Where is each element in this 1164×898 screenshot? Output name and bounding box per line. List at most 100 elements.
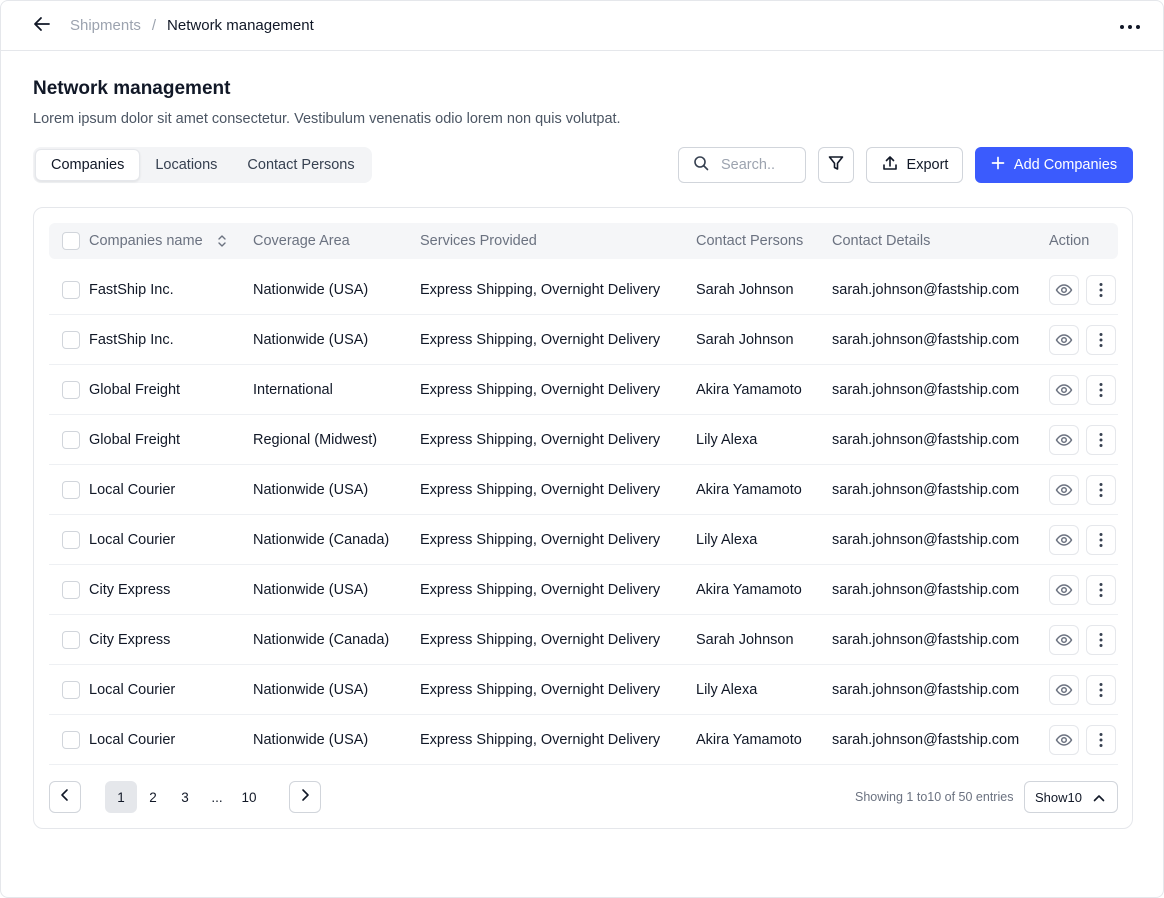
table-row[interactable]: FastShip Inc. Nationwide (USA) Express Shi… [49,315,1118,365]
table-row[interactable]: Local Courier Nationwide (USA) Express Shi… [49,465,1118,515]
cell-contact-details: sarah.johnson@fastship.com [832,632,1020,648]
arrow-left-icon [32,14,52,39]
page-ellipsis: ... [211,789,223,805]
filter-button[interactable] [818,147,854,183]
page-button[interactable]: 3 [169,781,201,813]
table-row[interactable]: FastShip Inc. Nationwide (USA) Express Shi… [49,265,1118,315]
breadcrumb-shipments[interactable]: Shipments [70,17,141,34]
table-row[interactable]: Global Freight Regional (Midwest) Express … [49,415,1118,465]
row-select-cell [62,565,80,615]
cell-contact-person: Akira Yamamoto [696,382,802,398]
row-checkbox[interactable] [62,581,80,599]
row-menu-button[interactable] [1086,275,1116,305]
table-row[interactable]: Global Freight International Express Shipp… [49,365,1118,415]
search-box[interactable] [678,147,806,183]
next-page-button[interactable] [289,781,321,813]
cell-coverage-area: Nationwide (USA) [253,482,369,498]
table-row[interactable]: City Express Nationwide (USA) Express Ship… [49,565,1118,615]
previous-page-button[interactable] [49,781,81,813]
sort-icon[interactable] [217,234,227,248]
more-vertical-icon [1099,582,1103,598]
row-checkbox[interactable] [62,531,80,549]
page-size-select[interactable]: Show10 [1024,781,1118,813]
cell-services-provided: Express Shipping, Overnight Delivery [420,532,661,548]
column-header-label: Companies name [89,233,203,249]
back-button[interactable] [31,15,53,37]
page-button[interactable]: 1 [105,781,137,813]
row-menu-button[interactable] [1086,475,1116,505]
cell-company-name: FastShip Inc. [89,332,174,348]
cell-company-name: City Express [89,632,171,648]
row-checkbox[interactable] [62,481,80,499]
export-button[interactable]: Export [866,147,963,183]
row-select-cell [62,665,80,715]
more-options-button[interactable] [1117,15,1143,37]
cell-coverage-area: Nationwide (USA) [253,332,369,348]
row-menu-button[interactable] [1086,575,1116,605]
view-button[interactable] [1049,425,1079,455]
row-menu-button[interactable] [1086,425,1116,455]
select-all-checkbox[interactable] [62,232,80,250]
page-size-label: Show10 [1035,789,1082,805]
select-all-cell [62,223,80,259]
view-button[interactable] [1049,575,1079,605]
row-actions [1049,415,1116,465]
view-button[interactable] [1049,725,1079,755]
page-button[interactable]: 2 [137,781,169,813]
cell-company-name: Local Courier [89,732,176,748]
view-button[interactable] [1049,325,1079,355]
cell-contact-details: sarah.johnson@fastship.com [832,282,1020,298]
page-button[interactable]: 10 [233,781,265,813]
view-button[interactable] [1049,375,1079,405]
row-menu-button[interactable] [1086,325,1116,355]
cell-contact-details: sarah.johnson@fastship.com [832,682,1020,698]
row-checkbox[interactable] [62,631,80,649]
table-row[interactable]: City Express Nationwide (Canada) Express S… [49,615,1118,665]
eye-icon [1055,381,1073,399]
export-label: Export [906,157,949,173]
table-row[interactable]: Local Courier Nationwide (USA) Express Shi… [49,665,1118,715]
cell-coverage-area: Nationwide (Canada) [253,532,390,548]
more-vertical-icon [1099,632,1103,648]
row-menu-button[interactable] [1086,525,1116,555]
table-row[interactable]: Local Courier Nationwide (USA) Express Shi… [49,715,1118,765]
cell-services-provided: Express Shipping, Overnight Delivery [420,382,661,398]
table-row[interactable]: Local Courier Nationwide (Canada) Express … [49,515,1118,565]
view-button[interactable] [1049,525,1079,555]
row-menu-button[interactable] [1086,375,1116,405]
cell-contact-details: sarah.johnson@fastship.com [832,432,1020,448]
row-checkbox[interactable] [62,681,80,699]
row-actions [1049,665,1116,715]
tab-locations[interactable]: Locations [140,149,232,181]
row-checkbox[interactable] [62,731,80,749]
more-vertical-icon [1099,682,1103,698]
eye-icon [1055,631,1073,649]
tab-contact-persons[interactable]: Contact Persons [232,149,369,181]
app-window: Shipments / Network management Network m… [0,0,1164,898]
cell-contact-person: Sarah Johnson [696,282,794,298]
view-button[interactable] [1049,675,1079,705]
cell-contact-person: Akira Yamamoto [696,732,802,748]
view-button[interactable] [1049,475,1079,505]
row-menu-button[interactable] [1086,725,1116,755]
add-companies-button[interactable]: Add Companies [975,147,1133,183]
companies-table-card: Companies name Coverage Area Services Pr… [33,207,1133,829]
column-companies-name[interactable]: Companies name [89,223,227,259]
view-button[interactable] [1049,275,1079,305]
search-input[interactable] [721,157,797,173]
chevron-up-icon [1092,791,1106,808]
row-checkbox[interactable] [62,381,80,399]
row-checkbox[interactable] [62,431,80,449]
row-checkbox[interactable] [62,331,80,349]
row-menu-button[interactable] [1086,675,1116,705]
row-menu-button[interactable] [1086,625,1116,655]
cell-coverage-area: Nationwide (USA) [253,282,369,298]
filter-icon [827,154,845,177]
column-services-provided: Services Provided [420,233,537,249]
view-button[interactable] [1049,625,1079,655]
row-checkbox[interactable] [62,281,80,299]
tab-companies[interactable]: Companies [35,149,141,181]
row-select-cell [62,615,80,665]
more-vertical-icon [1099,382,1103,398]
cell-contact-details: sarah.johnson@fastship.com [832,532,1020,548]
